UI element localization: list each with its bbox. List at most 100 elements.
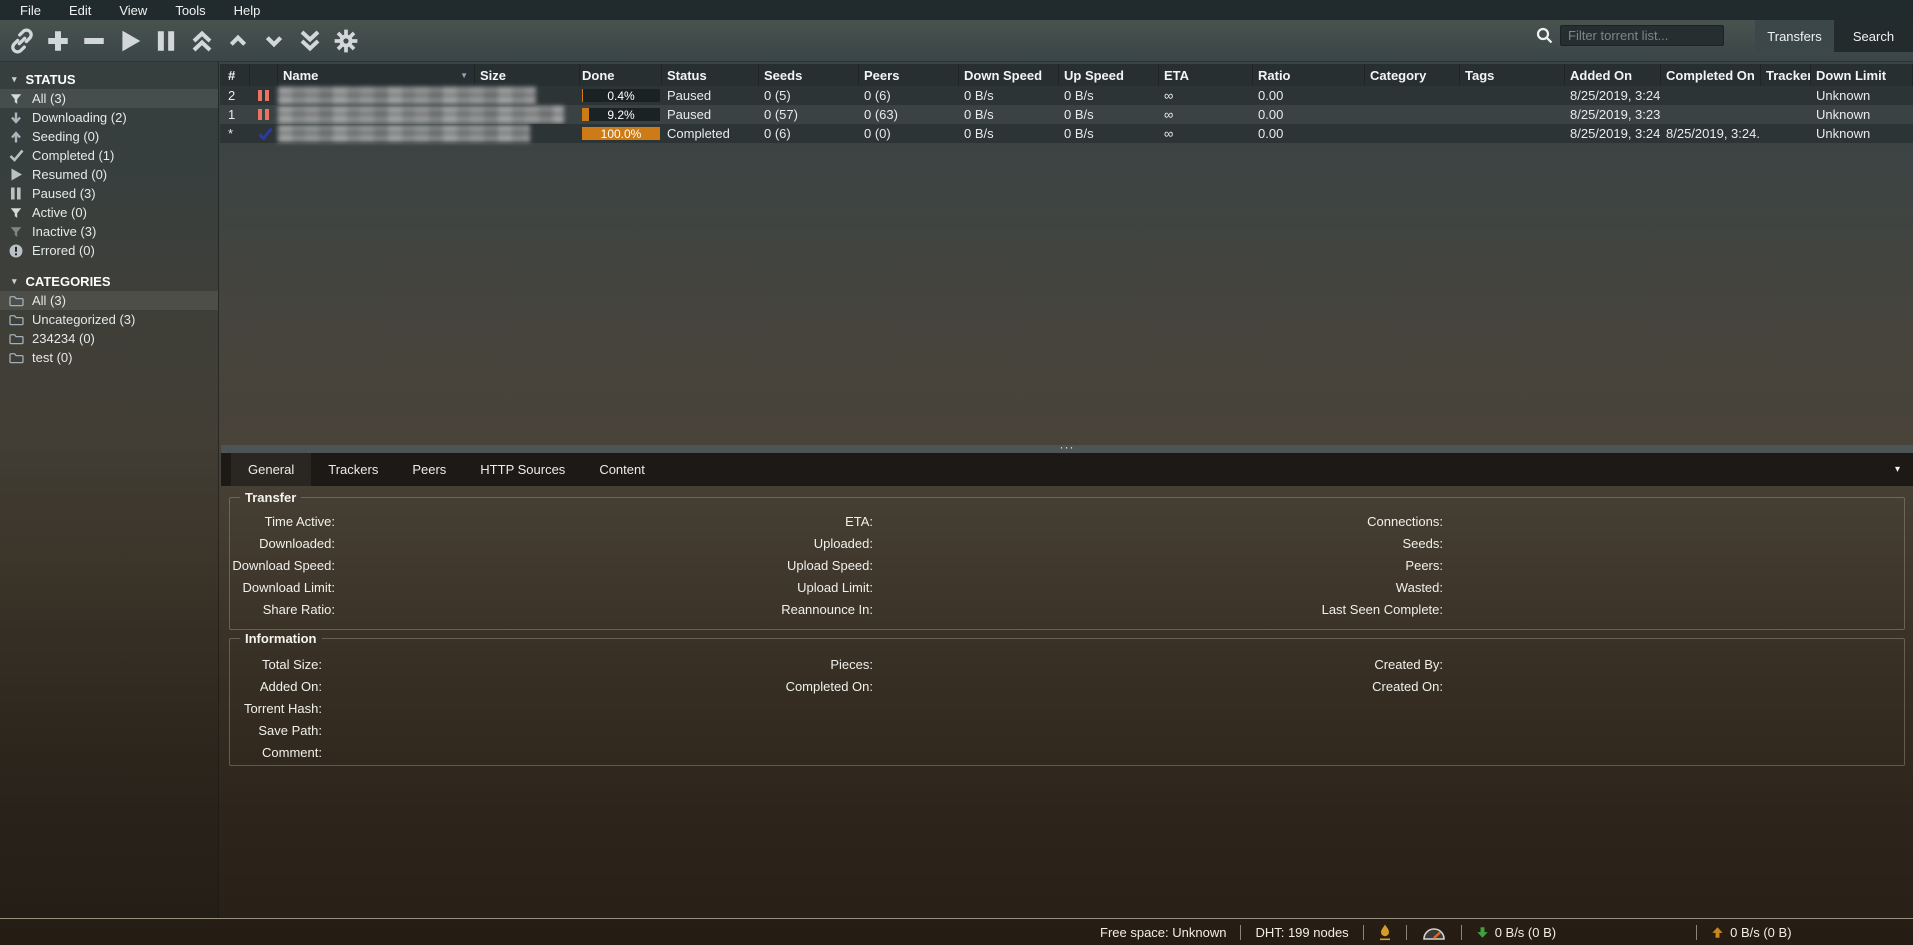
column-header-status[interactable]: Status — [662, 64, 759, 86]
sidebar-filter-downloading[interactable]: Downloading (2) — [0, 108, 218, 127]
categories-header-label: CATEGORIES — [26, 274, 111, 289]
sidebar-filter-paused[interactable]: Paused (3) — [0, 184, 218, 203]
torrent-row[interactable]: * 100.0% Completed 0 (6) 0 (0) 0 B/s 0 B… — [220, 124, 1913, 143]
column-header-eta[interactable]: ETA — [1159, 64, 1253, 86]
cell-down-limit: Unknown — [1811, 105, 1913, 124]
category-label: Uncategorized (3) — [32, 312, 135, 327]
column-header-peers[interactable]: Peers — [859, 64, 959, 86]
filter-label: All (3) — [32, 91, 66, 106]
sidebar-filter-active[interactable]: Active (0) — [0, 203, 218, 222]
sidebar-filter-errored[interactable]: Errored (0) — [0, 241, 218, 260]
label-created-by: Created By: — [230, 653, 1443, 675]
menu-tools[interactable]: Tools — [161, 0, 219, 20]
column-header-number[interactable]: # — [220, 64, 250, 86]
tab-http-sources[interactable]: HTTP Sources — [463, 453, 582, 486]
column-header-tracker[interactable]: Tracker — [1761, 64, 1811, 86]
torrent-row[interactable]: 1 9.2% Paused 0 (57) 0 (63) 0 B/s 0 B/s … — [220, 105, 1913, 124]
status-bar: Free space: Unknown DHT: 199 nodes 0 B/s… — [0, 918, 1913, 945]
categories-section-header[interactable]: ▾ CATEGORIES — [0, 271, 218, 291]
sidebar-filter-seeding[interactable]: Seeding (0) — [0, 127, 218, 146]
column-header-seeds[interactable]: Seeds — [759, 64, 859, 86]
menu-bar: File Edit View Tools Help — [0, 0, 1913, 20]
remove-torrent-button[interactable] — [80, 27, 108, 55]
menu-view[interactable]: View — [105, 0, 161, 20]
sidebar-filter-inactive[interactable]: Inactive (3) — [0, 222, 218, 241]
menu-file[interactable]: File — [6, 0, 55, 20]
add-torrent-link-button[interactable] — [8, 27, 36, 55]
arrow-down-icon — [7, 111, 25, 125]
sidebar-category-uncategorized[interactable]: Uncategorized (3) — [0, 310, 218, 329]
column-header-down-speed[interactable]: Down Speed — [959, 64, 1059, 86]
completed-check-icon — [250, 124, 278, 143]
separator — [1240, 925, 1241, 940]
pause-icon — [153, 28, 179, 54]
filter-label: Active (0) — [32, 205, 87, 220]
tab-peers[interactable]: Peers — [395, 453, 463, 486]
status-section-header[interactable]: ▾ STATUS — [0, 69, 218, 89]
column-header-tags[interactable]: Tags — [1460, 64, 1565, 86]
funnel-dim-icon — [7, 225, 25, 239]
tab-content[interactable]: Content — [582, 453, 662, 486]
label-wasted: Wasted: — [230, 576, 1443, 598]
label-seeds: Seeds: — [230, 532, 1443, 554]
cell-peers: 0 (63) — [859, 105, 959, 124]
sidebar-filter-resumed[interactable]: Resumed (0) — [0, 165, 218, 184]
column-header-ratio[interactable]: Ratio — [1253, 64, 1365, 86]
filter-label: Inactive (3) — [32, 224, 96, 239]
cell-tags — [1460, 105, 1565, 124]
folder-icon — [7, 351, 25, 364]
column-header-category[interactable]: Category — [1365, 64, 1460, 86]
sidebar-category-test[interactable]: test (0) — [0, 348, 218, 367]
sidebar-category-234234[interactable]: 234234 (0) — [0, 329, 218, 348]
censored-torrent-name — [278, 87, 536, 104]
column-header-down-limit[interactable]: Down Limit — [1811, 64, 1913, 86]
sidebar-filter-all[interactable]: All (3) — [0, 89, 218, 108]
column-header-up-speed[interactable]: Up Speed — [1059, 64, 1159, 86]
cell-up-speed: 0 B/s — [1059, 86, 1159, 105]
panel-splitter-handle[interactable]: ··· — [221, 445, 1913, 453]
column-header-state[interactable] — [250, 64, 278, 86]
menu-edit[interactable]: Edit — [55, 0, 105, 20]
toolbar: Transfers Search — [0, 20, 1913, 62]
cell-status: Paused — [662, 105, 759, 124]
download-speed-label: 0 B/s (0 B) — [1495, 925, 1556, 940]
move-up-button[interactable] — [224, 27, 252, 55]
tab-transfers[interactable]: Transfers — [1755, 20, 1834, 52]
column-header-added-on[interactable]: Added On — [1565, 64, 1661, 86]
panel-collapse-icon[interactable]: ▾ — [1895, 464, 1900, 475]
tab-general[interactable]: General — [231, 453, 311, 486]
cell-done: 100.0% — [580, 124, 662, 143]
torrent-table-header: # Name▼ Size Done Status Seeds Peers Dow… — [220, 64, 1913, 86]
filter-label: Seeding (0) — [32, 129, 99, 144]
separator — [1406, 925, 1407, 940]
add-torrent-file-button[interactable] — [44, 27, 72, 55]
upload-speed-widget[interactable]: 0 B/s (0 B) — [1711, 925, 1791, 940]
tab-search[interactable]: Search — [1834, 20, 1913, 52]
download-speed-widget[interactable]: 0 B/s (0 B) — [1476, 925, 1556, 940]
free-space-label: Free space: Unknown — [1100, 925, 1226, 940]
upload-arrow-icon — [1711, 926, 1724, 939]
tab-trackers[interactable]: Trackers — [311, 453, 395, 486]
sidebar-category-all[interactable]: All (3) — [0, 291, 218, 310]
options-button[interactable] — [332, 27, 360, 55]
sidebar-filter-completed[interactable]: Completed (1) — [0, 146, 218, 165]
resume-button[interactable] — [116, 27, 144, 55]
progress-bar: 9.2% — [582, 108, 660, 121]
pause-button[interactable] — [152, 27, 180, 55]
move-to-top-button[interactable] — [188, 27, 216, 55]
category-label: All (3) — [32, 293, 66, 308]
connection-status-icon[interactable] — [1378, 924, 1392, 941]
torrent-row[interactable]: 2 0.4% Paused 0 (5) 0 (6) 0 B/s 0 B/s ∞ … — [220, 86, 1913, 105]
column-header-name[interactable]: Name▼ — [278, 64, 475, 86]
move-down-button[interactable] — [260, 27, 288, 55]
column-header-size[interactable]: Size — [475, 64, 580, 86]
column-header-completed-on[interactable]: Completed On — [1661, 64, 1761, 86]
torrent-filter-input[interactable] — [1560, 25, 1724, 46]
alt-speed-limits-icon[interactable] — [1421, 925, 1447, 940]
move-to-bottom-button[interactable] — [296, 27, 324, 55]
header-label: Name — [283, 68, 318, 83]
label-save-path: Save Path: — [230, 719, 322, 741]
column-header-done[interactable]: Done — [580, 64, 662, 86]
menu-help[interactable]: Help — [220, 0, 275, 20]
information-legend: Information — [240, 631, 322, 646]
